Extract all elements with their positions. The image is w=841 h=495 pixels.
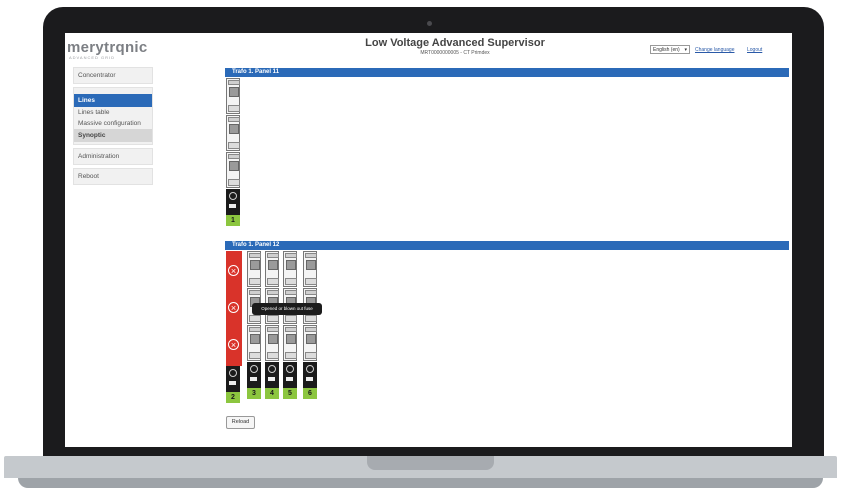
change-language-link[interactable]: Change language <box>695 47 734 53</box>
meter-icon <box>226 189 240 215</box>
fuse-icon <box>247 251 261 287</box>
page-title: Low Voltage Advanced Supervisor <box>365 37 545 49</box>
app-logo: merytrqnic <box>67 39 148 56</box>
sidebar: Concentrator Lines Lines table Massive c… <box>73 67 153 188</box>
sidebar-item-administration[interactable]: Administration <box>73 148 153 165</box>
fuse-icon <box>265 325 279 361</box>
logout-link[interactable]: Logout <box>747 47 762 53</box>
meter-icon <box>303 362 317 388</box>
chevron-down-icon: ▾ <box>684 47 687 53</box>
line-column[interactable]: 1 <box>226 78 242 226</box>
alarm-column: × × × <box>226 251 242 366</box>
panel-header: Trafo 1. Panel 11 <box>225 68 789 77</box>
fuse-icon <box>283 251 297 287</box>
logo-subtext: ADVANCED GRID <box>69 55 116 60</box>
sidebar-group-lines: Lines Lines table Massive configuration … <box>73 87 153 145</box>
fuse-icon <box>303 251 317 287</box>
meter-icon <box>265 362 279 388</box>
meter-icon <box>247 362 261 388</box>
line-column[interactable]: 3 <box>247 251 263 399</box>
fuse-icon <box>283 325 297 361</box>
line-number-badge: 4 <box>265 388 279 399</box>
line-number-badge: 3 <box>247 388 261 399</box>
fuse-icon <box>226 115 240 151</box>
meter-icon <box>226 366 240 392</box>
laptop-base-bottom <box>18 478 823 488</box>
language-value: English (en) <box>653 47 680 53</box>
fuse-icon <box>265 251 279 287</box>
language-select[interactable]: English (en) ▾ <box>650 45 690 54</box>
line-column[interactable]: 6 <box>303 251 319 399</box>
fuse-icon <box>303 325 317 361</box>
fuse-icon <box>226 152 240 188</box>
header: merytrqnic ADVANCED GRID Low Voltage Adv… <box>65 33 792 60</box>
fuse-icon <box>247 325 261 361</box>
screen: merytrqnic ADVANCED GRID Low Voltage Adv… <box>65 33 792 447</box>
sidebar-item-synoptic[interactable]: Synoptic <box>74 129 152 142</box>
page-subtitle: MRT0000000005 - CT Primdex <box>420 50 490 56</box>
line-column[interactable]: 2 <box>226 366 242 403</box>
reload-button[interactable]: Reload <box>226 416 255 429</box>
meter-icon <box>283 362 297 388</box>
fuse-tooltip: Opened or blown out fuse <box>252 303 322 315</box>
line-column[interactable]: 4 <box>265 251 281 399</box>
line-number-badge: 5 <box>283 388 297 399</box>
line-number-badge: 2 <box>226 392 240 403</box>
line-number-badge: 6 <box>303 388 317 399</box>
fuse-icon <box>226 78 240 114</box>
sidebar-item-reboot[interactable]: Reboot <box>73 168 153 185</box>
laptop-notch <box>367 456 494 470</box>
sidebar-item-lines[interactable]: Lines <box>74 94 152 107</box>
sidebar-item-lines-table[interactable]: Lines table <box>74 107 152 118</box>
sidebar-item-concentrator[interactable]: Concentrator <box>73 67 153 84</box>
alarm-icon[interactable]: × <box>228 302 239 313</box>
alarm-icon[interactable]: × <box>228 265 239 276</box>
line-number-badge: 1 <box>226 215 240 226</box>
alarm-icon[interactable]: × <box>228 339 239 350</box>
sidebar-item-massive-configuration[interactable]: Massive configuration <box>74 118 152 129</box>
camera-icon <box>427 21 432 26</box>
panel-header: Trafo 1. Panel 12 <box>225 241 789 250</box>
line-column[interactable]: 5 <box>283 251 299 399</box>
